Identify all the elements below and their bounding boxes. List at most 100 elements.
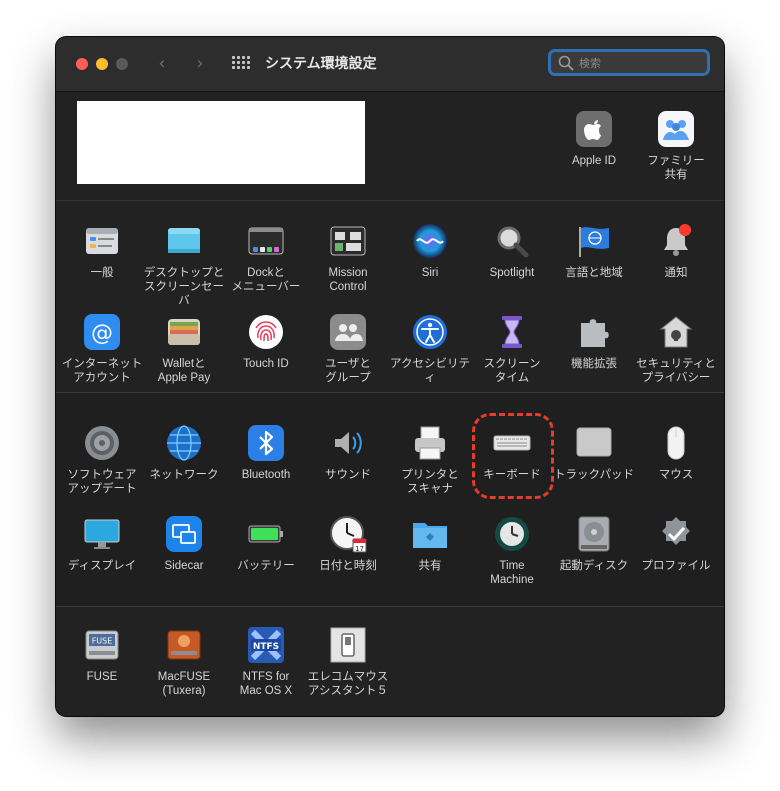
pane-battery[interactable]: バッテリー (225, 515, 307, 573)
time-machine-icon (493, 515, 531, 553)
pane-label: 起動ディスク (559, 560, 629, 572)
close-button[interactable] (76, 58, 88, 70)
pane-keyboard[interactable]: キーボード (471, 424, 553, 482)
dock-icon (247, 222, 285, 260)
pane-label: プリンタと スキャナ (401, 469, 459, 495)
pane-label: 共有 (418, 560, 442, 572)
pane-macfuse[interactable]: MacFUSE (Tuxera) (143, 626, 225, 698)
pane-mouse[interactable]: マウス (635, 424, 717, 482)
pane-label: スクリーン タイム (483, 358, 541, 384)
pane-label: 言語と地域 (565, 267, 623, 279)
disk-icon (575, 515, 613, 553)
pane-language[interactable]: 言語と地域 (553, 222, 635, 280)
pane-label: 機能拡張 (571, 358, 617, 370)
pane-general[interactable]: 一般 (61, 222, 143, 280)
svg-text:@: @ (91, 321, 113, 346)
pane-elecom[interactable]: エレコムマウス アシスタント５ (307, 626, 389, 698)
pane-label: 通知 (664, 267, 688, 279)
folder-icon (411, 515, 449, 553)
search-field[interactable] (548, 49, 710, 76)
users-icon (329, 313, 367, 351)
pane-wallet[interactable]: Walletと Apple Pay (143, 313, 225, 385)
pane-label: アクセシビリティ (390, 358, 470, 384)
pane-family[interactable]: ファミリー 共有 (635, 110, 717, 182)
pane-desktop[interactable]: デスクトップと スクリーンセーバ (143, 222, 225, 308)
title-bar: ‹ › システム環境設定 (56, 37, 724, 92)
badge-check-icon (657, 515, 695, 553)
fuse-badge-text: FUSE (92, 637, 113, 646)
desktop-icon (165, 222, 203, 260)
pane-spotlight[interactable]: Spotlight (471, 222, 553, 280)
minimize-button[interactable] (96, 58, 108, 70)
ntfs-icon: NTFS (247, 626, 285, 664)
pane-label: 一般 (90, 267, 114, 279)
pane-security[interactable]: セキュリティと プライバシー (635, 313, 717, 385)
general-icon (83, 222, 121, 260)
family-icon (657, 110, 695, 148)
pane-profiles[interactable]: プロファイル (635, 515, 717, 573)
pane-label: Bluetooth (241, 469, 291, 481)
pane-notifications[interactable]: 通知 (635, 222, 717, 280)
pane-internet-accounts[interactable]: @ インターネット アカウント (61, 313, 143, 385)
window-title: システム環境設定 (265, 56, 377, 72)
pane-sidecar[interactable]: Sidecar (143, 515, 225, 573)
svg-text:17: 17 (355, 545, 364, 553)
pane-trackpad[interactable]: トラックパッド (553, 424, 635, 482)
pane-startup-disk[interactable]: 起動ディスク (553, 515, 635, 573)
redacted-account-banner (77, 101, 365, 184)
pane-label: Siri (421, 267, 439, 279)
bell-icon (657, 222, 695, 260)
pane-label: 日付と時刻 (319, 560, 377, 572)
mouse-icon (657, 424, 695, 462)
pane-users[interactable]: ユーザと グループ (307, 313, 389, 385)
show-all-grid-icon[interactable] (232, 56, 250, 72)
pane-dock[interactable]: Dockと メニューバー (225, 222, 307, 294)
forward-button[interactable]: › (190, 53, 210, 75)
accessibility-icon (411, 313, 449, 351)
ntfs-badge-text: NTFS (253, 642, 279, 652)
gear-icon (83, 424, 121, 462)
pane-label: キーボード (483, 469, 541, 481)
pane-printers[interactable]: プリンタと スキャナ (389, 424, 471, 496)
pane-touch-id[interactable]: Touch ID (225, 313, 307, 371)
back-button[interactable]: ‹ (152, 53, 172, 75)
wallet-icon (165, 313, 203, 351)
at-icon: @ (83, 313, 121, 351)
pane-label: ディスプレイ (67, 560, 137, 572)
pane-label: ソフトウェア アップデート (67, 469, 137, 495)
pane-label: セキュリティと プライバシー (636, 358, 716, 384)
pane-siri[interactable]: Siri (389, 222, 471, 280)
pane-sharing[interactable]: 共有 (389, 515, 471, 573)
pane-bluetooth[interactable]: Bluetooth (225, 424, 307, 482)
pane-ntfs[interactable]: NTFS NTFS for Mac OS X (225, 626, 307, 698)
sidecar-icon (165, 515, 203, 553)
pane-extensions[interactable]: 機能拡張 (553, 313, 635, 371)
pane-network[interactable]: ネットワーク (143, 424, 225, 482)
keyboard-icon (493, 424, 531, 462)
pane-fuse[interactable]: FUSE FUSE (61, 626, 143, 684)
pane-sound[interactable]: サウンド (307, 424, 389, 482)
fingerprint-icon (247, 313, 285, 351)
pane-label: エレコムマウス アシスタント５ (307, 671, 389, 697)
pane-label: サウンド (325, 469, 371, 481)
house-lock-icon (657, 313, 695, 351)
display-icon (83, 515, 121, 553)
pane-label: バッテリー (237, 560, 295, 572)
pane-label: プロファイル (641, 560, 711, 572)
pane-label: MacFUSE (Tuxera) (157, 671, 211, 697)
pane-software-update[interactable]: ソフトウェア アップデート (61, 424, 143, 496)
pane-accessibility[interactable]: アクセシビリティ (389, 313, 471, 385)
pane-screen-time[interactable]: スクリーン タイム (471, 313, 553, 385)
search-input[interactable] (579, 54, 699, 72)
trackpad-icon (575, 424, 613, 462)
zoom-button[interactable] (116, 58, 128, 70)
pane-date-time[interactable]: 17 日付と時刻 (307, 515, 389, 573)
system-preferences-window: ‹ › システム環境設定 一般 デスクトップと スクリーンセーバDockと メニュ… (56, 37, 724, 716)
pane-mission-control[interactable]: Mission Control (307, 222, 389, 294)
apple-icon (575, 110, 613, 148)
puzzle-icon (575, 313, 613, 351)
pane-apple-id[interactable]: Apple ID (553, 110, 635, 168)
pane-time-machine[interactable]: Time Machine (471, 515, 553, 587)
pane-displays[interactable]: ディスプレイ (61, 515, 143, 573)
pane-label: トラックパッド (554, 469, 634, 481)
